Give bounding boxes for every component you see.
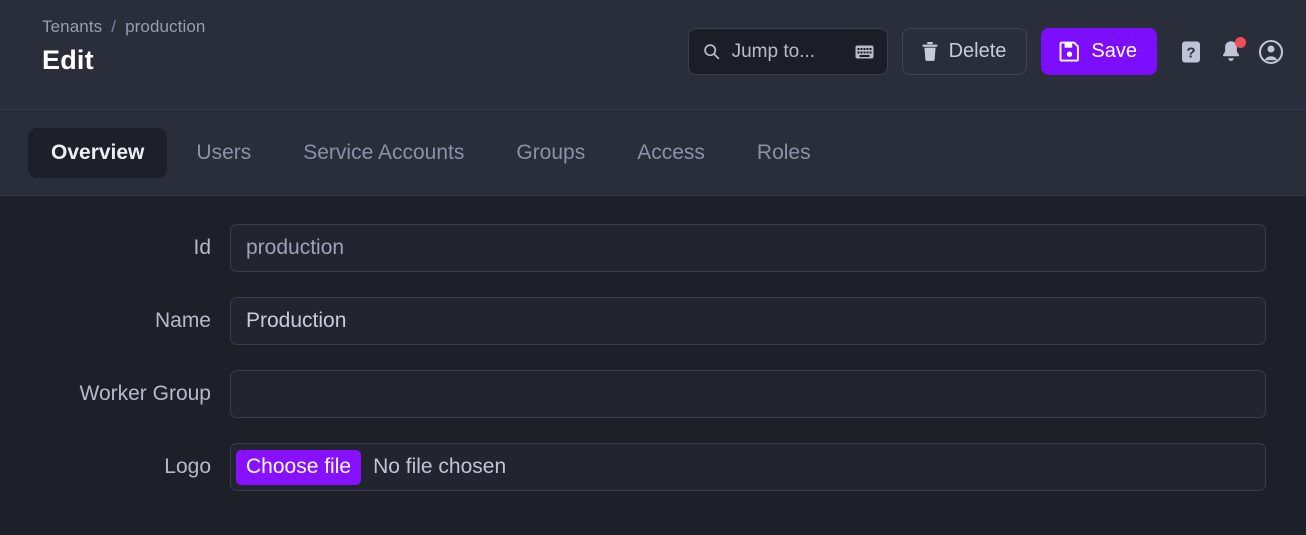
field-label-logo: Logo <box>0 455 211 479</box>
title-block: Tenants / production Edit <box>42 14 205 76</box>
breadcrumb-parent-link[interactable]: Tenants <box>42 17 102 36</box>
form-row-logo: Logo Choose file No file chosen <box>0 443 1286 491</box>
save-button-label: Save <box>1091 40 1137 63</box>
tab-access[interactable]: Access <box>614 128 728 178</box>
tab-users[interactable]: Users <box>173 128 274 178</box>
tab-roles[interactable]: Roles <box>734 128 834 178</box>
tab-bar: Overview Users Service Accounts Groups A… <box>0 110 1306 196</box>
tab-groups[interactable]: Groups <box>493 128 608 178</box>
header-icon-group: ? <box>1178 39 1284 65</box>
breadcrumb-separator: / <box>111 17 116 36</box>
delete-button[interactable]: Delete <box>902 28 1028 75</box>
breadcrumb-current[interactable]: production <box>125 17 205 36</box>
header-actions: Jump to... <box>688 28 1284 75</box>
field-wrap-id: production <box>230 224 1266 272</box>
id-input[interactable]: production <box>230 224 1266 272</box>
field-wrap-worker-group <box>230 370 1266 418</box>
keyboard-icon <box>855 45 874 59</box>
search-input[interactable]: Jump to... <box>732 41 843 63</box>
field-wrap-logo: Choose file No file chosen <box>230 443 1266 491</box>
page-title: Edit <box>42 44 205 76</box>
form-row-name: Name Production <box>0 297 1286 345</box>
choose-file-button[interactable]: Choose file <box>236 450 361 485</box>
delete-button-label: Delete <box>949 40 1007 63</box>
account-button[interactable] <box>1258 39 1284 65</box>
jump-to-search[interactable]: Jump to... <box>688 28 888 75</box>
trash-icon <box>922 42 938 61</box>
app-header: Tenants / production Edit Jump to... <box>0 0 1306 110</box>
form-row-id: Id production <box>0 224 1286 272</box>
file-status-label: No file chosen <box>373 455 506 479</box>
notification-badge <box>1235 37 1246 48</box>
field-label-id: Id <box>0 236 211 260</box>
tab-service-accounts[interactable]: Service Accounts <box>280 128 487 178</box>
floppy-disk-icon <box>1059 41 1080 62</box>
overview-form: Id production Name Production Worker Gro… <box>0 196 1306 491</box>
worker-group-input[interactable] <box>230 370 1266 418</box>
field-label-name: Name <box>0 309 211 333</box>
field-wrap-name: Production <box>230 297 1266 345</box>
form-row-worker-group: Worker Group <box>0 370 1286 418</box>
tab-overview[interactable]: Overview <box>28 128 167 178</box>
name-input[interactable]: Production <box>230 297 1266 345</box>
help-button[interactable]: ? <box>1178 39 1204 65</box>
breadcrumb: Tenants / production <box>42 16 205 38</box>
save-button[interactable]: Save <box>1041 28 1157 75</box>
notifications-button[interactable] <box>1218 39 1244 65</box>
search-icon <box>703 43 720 60</box>
svg-text:?: ? <box>1186 44 1195 61</box>
field-label-worker-group: Worker Group <box>0 382 211 406</box>
logo-file-input[interactable]: Choose file No file chosen <box>230 443 1266 491</box>
